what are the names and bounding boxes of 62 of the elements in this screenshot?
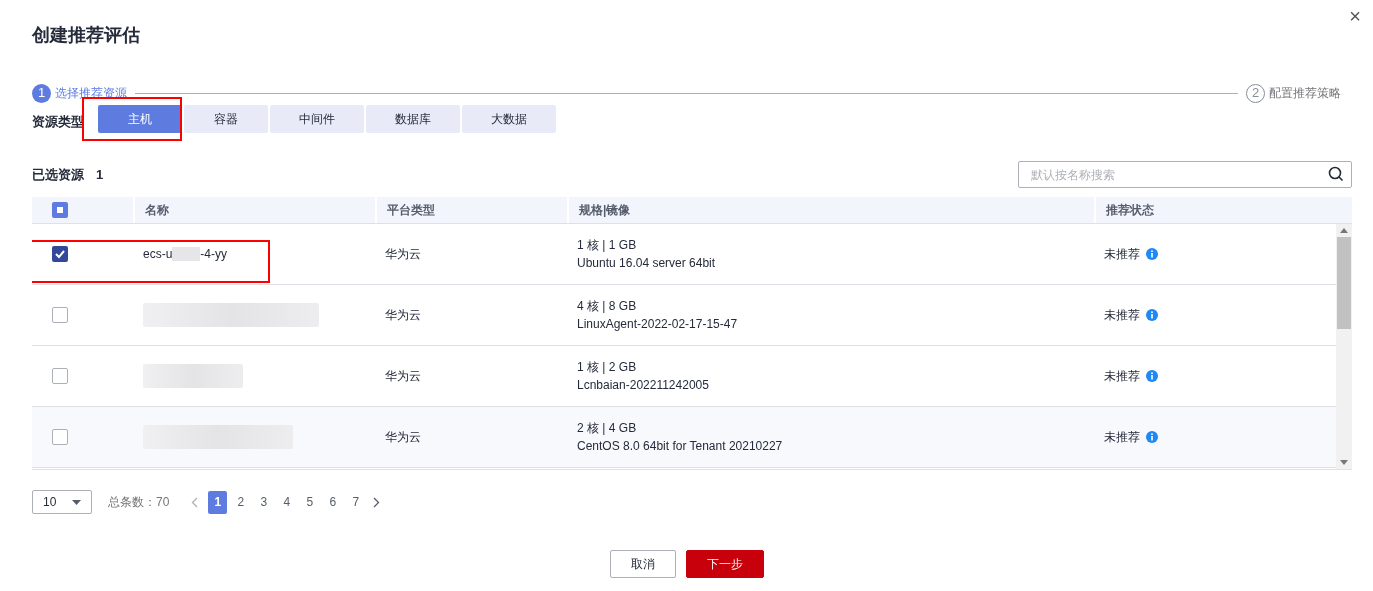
platform-cell: 华为云 — [385, 369, 421, 383]
scroll-up-icon[interactable] — [1340, 228, 1348, 233]
total-count: 总条数：70 — [108, 494, 170, 511]
status-text: 未推荐 — [1104, 246, 1140, 263]
status-text: 未推荐 — [1104, 429, 1140, 446]
column-header: 名称 — [145, 202, 169, 219]
platform-cell: 华为云 — [385, 430, 421, 444]
info-icon[interactable] — [1146, 309, 1158, 321]
dialog-title: 创建推荐评估 — [32, 24, 140, 47]
next-button[interactable]: 下一步 — [685, 550, 764, 578]
row-checkbox[interactable] — [51, 246, 68, 262]
resource-tab[interactable]: 数据库 — [366, 105, 460, 133]
image-text: LinuxAgent-2022-02-17-15-47 — [577, 316, 739, 332]
caret-icon — [72, 499, 81, 505]
column-header: 规格|镜像 — [579, 202, 631, 219]
scrollbar[interactable] — [1336, 224, 1352, 469]
row-checkbox[interactable] — [51, 307, 68, 323]
resource-name: ecs-u — [143, 246, 173, 263]
image-text: CentOS 8.0 64bit for Tenant 20210227 — [577, 438, 784, 454]
spec-text: 1 核 | 2 GB — [577, 359, 638, 375]
page-button[interactable]: 1 — [208, 490, 228, 514]
column-header: 平台类型 — [387, 202, 435, 219]
select-all-checkbox[interactable] — [51, 202, 68, 218]
info-icon[interactable] — [1146, 370, 1158, 382]
step-number: 1 — [32, 83, 51, 103]
search-icon[interactable] — [1328, 166, 1344, 182]
page-button[interactable]: 6 — [323, 490, 343, 514]
platform-cell: 华为云 — [385, 247, 421, 261]
page-button[interactable]: 4 — [277, 490, 297, 514]
redaction-blur — [172, 247, 201, 261]
chevron-right-icon[interactable] — [373, 496, 381, 508]
page-size-select[interactable]: 10 — [32, 490, 92, 514]
row-checkbox[interactable] — [51, 368, 68, 384]
info-icon[interactable] — [1146, 248, 1158, 260]
spec-text: 4 核 | 8 GB — [577, 298, 638, 314]
resource-tab[interactable]: 容器 — [184, 105, 268, 133]
resource-tab[interactable]: 主机 — [98, 105, 182, 133]
chevron-left-icon[interactable] — [191, 496, 199, 508]
column-header: 推荐状态 — [1106, 202, 1154, 219]
status-text: 未推荐 — [1104, 307, 1140, 324]
resource-name: -4-yy — [200, 246, 227, 263]
info-icon[interactable] — [1146, 431, 1158, 443]
row-checkbox[interactable] — [51, 429, 68, 445]
close-button[interactable]: × — [1345, 6, 1365, 26]
page-button[interactable]: 5 — [300, 490, 320, 514]
selected-count: 1 — [96, 165, 104, 184]
scroll-down-icon[interactable] — [1340, 460, 1348, 465]
image-text: Ubuntu 16.04 server 64bit — [577, 255, 717, 271]
spec-text: 1 核 | 1 GB — [577, 237, 638, 253]
platform-cell: 华为云 — [385, 308, 421, 322]
search-field[interactable]: 默认按名称搜索 — [1018, 161, 1352, 188]
step-label: 配置推荐策略 — [1269, 85, 1341, 102]
cancel-button[interactable]: 取消 — [609, 550, 676, 578]
status-text: 未推荐 — [1104, 368, 1140, 385]
selected-label: 已选资源 — [32, 165, 84, 184]
resource-tab[interactable]: 大数据 — [462, 105, 556, 133]
page-button[interactable]: 2 — [231, 490, 251, 514]
spec-text: 2 核 | 4 GB — [577, 420, 638, 436]
image-text: Lcnbaian-202211242005 — [577, 377, 710, 393]
page-button[interactable]: 7 — [346, 490, 366, 514]
resource-tab[interactable]: 中间件 — [270, 105, 364, 133]
page-button[interactable]: 3 — [254, 490, 274, 514]
